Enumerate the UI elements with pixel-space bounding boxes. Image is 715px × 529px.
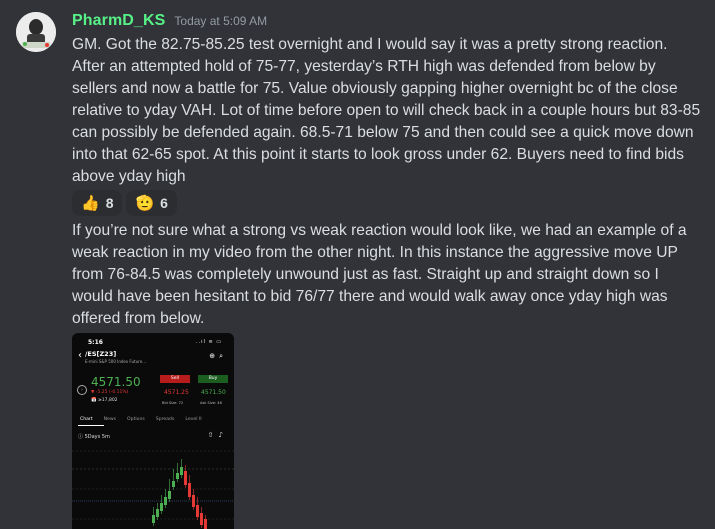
username[interactable]: PharmD_KS — [72, 12, 165, 30]
status-icons: ..ıl ≋ ▭ — [195, 339, 222, 345]
candle-body — [184, 471, 187, 485]
tab-news: News — [103, 417, 117, 422]
volume: 📅 ≥17,802 — [91, 398, 118, 403]
tab-chart: Chart — [80, 417, 93, 422]
search-icon: ⌕ — [219, 352, 227, 360]
reaction-saluting-face[interactable]: 🫡 6 — [126, 190, 177, 216]
tab-level-ii: Level II — [185, 417, 202, 422]
add-icon: ⊕ — [209, 352, 220, 360]
thumbs-up-icon: 👍 — [81, 193, 100, 212]
reaction-count: 8 — [105, 195, 114, 211]
reactions-bar: 👍 8 🫡 6 — [72, 190, 177, 216]
symbol-label: /ES[Z23] — [85, 350, 117, 358]
candle-body — [176, 473, 179, 479]
candle-body — [152, 515, 155, 523]
message-header: PharmD_KS Today at 5:09 AM — [72, 12, 267, 34]
bid-price: 4571.25 — [164, 389, 189, 396]
reaction-thumbs-up[interactable]: 👍 8 — [72, 190, 123, 216]
header-icons: ⊕⌕ — [209, 352, 227, 361]
candle-body — [172, 481, 175, 487]
symbol-description: E-mini S&P 500 Index Future... — [85, 359, 146, 364]
candle-body — [188, 483, 191, 497]
timestamp[interactable]: Today at 5:09 AM — [174, 14, 267, 28]
alert-icon: ♪ — [218, 431, 228, 439]
message-paragraph-1: GM. Got the 82.75-85.25 test overnight a… — [72, 36, 701, 185]
tab-options: Options — [127, 417, 145, 422]
tab-underline — [78, 425, 104, 426]
bid-size: Bid Size: 72 — [162, 401, 184, 405]
last-price: 4571.50 — [91, 375, 141, 389]
candle-body — [200, 513, 203, 525]
info-icon: › — [77, 385, 87, 395]
sell-label: Sell — [160, 375, 190, 383]
saluting-face-icon: 🫡 — [135, 193, 155, 212]
candle-body — [192, 495, 195, 507]
message-paragraph-2: If you’re not sure what a strong vs weak… — [72, 222, 687, 327]
price-change: ▼ -5.25 (-0.11%) — [91, 390, 129, 395]
image-attachment[interactable]: 5:16 ..ıl ≋ ▭ ‹ /ES[Z23] E-mini S&P 500 … — [72, 333, 234, 529]
chart-toolbar-icons: ⇧♪ — [208, 431, 228, 439]
phone-tabs: Chart News Options Spreads Level II — [80, 417, 230, 422]
reaction-count: 6 — [160, 195, 168, 211]
ask-size: Ask Size: 46 — [200, 401, 222, 405]
back-chevron-icon: ‹ — [78, 350, 82, 361]
candlestick-chart — [72, 450, 234, 529]
chart-toolbar: ⓘ 5Days 5m — [78, 434, 110, 440]
ask-price: 4571.50 — [201, 389, 226, 396]
candle-body — [164, 497, 167, 505]
tab-spreads: Spreads — [155, 417, 175, 422]
candles — [152, 459, 207, 529]
avatar[interactable] — [16, 12, 56, 52]
candle-body — [204, 519, 207, 529]
status-time: 5:16 — [88, 339, 103, 346]
candle-body — [168, 491, 171, 499]
share-icon: ⇧ — [207, 431, 219, 439]
candle-body — [180, 467, 183, 475]
buy-label: Buy — [198, 375, 228, 383]
candle-body — [196, 505, 199, 517]
candle-body — [160, 503, 163, 511]
candle-body — [156, 509, 159, 517]
